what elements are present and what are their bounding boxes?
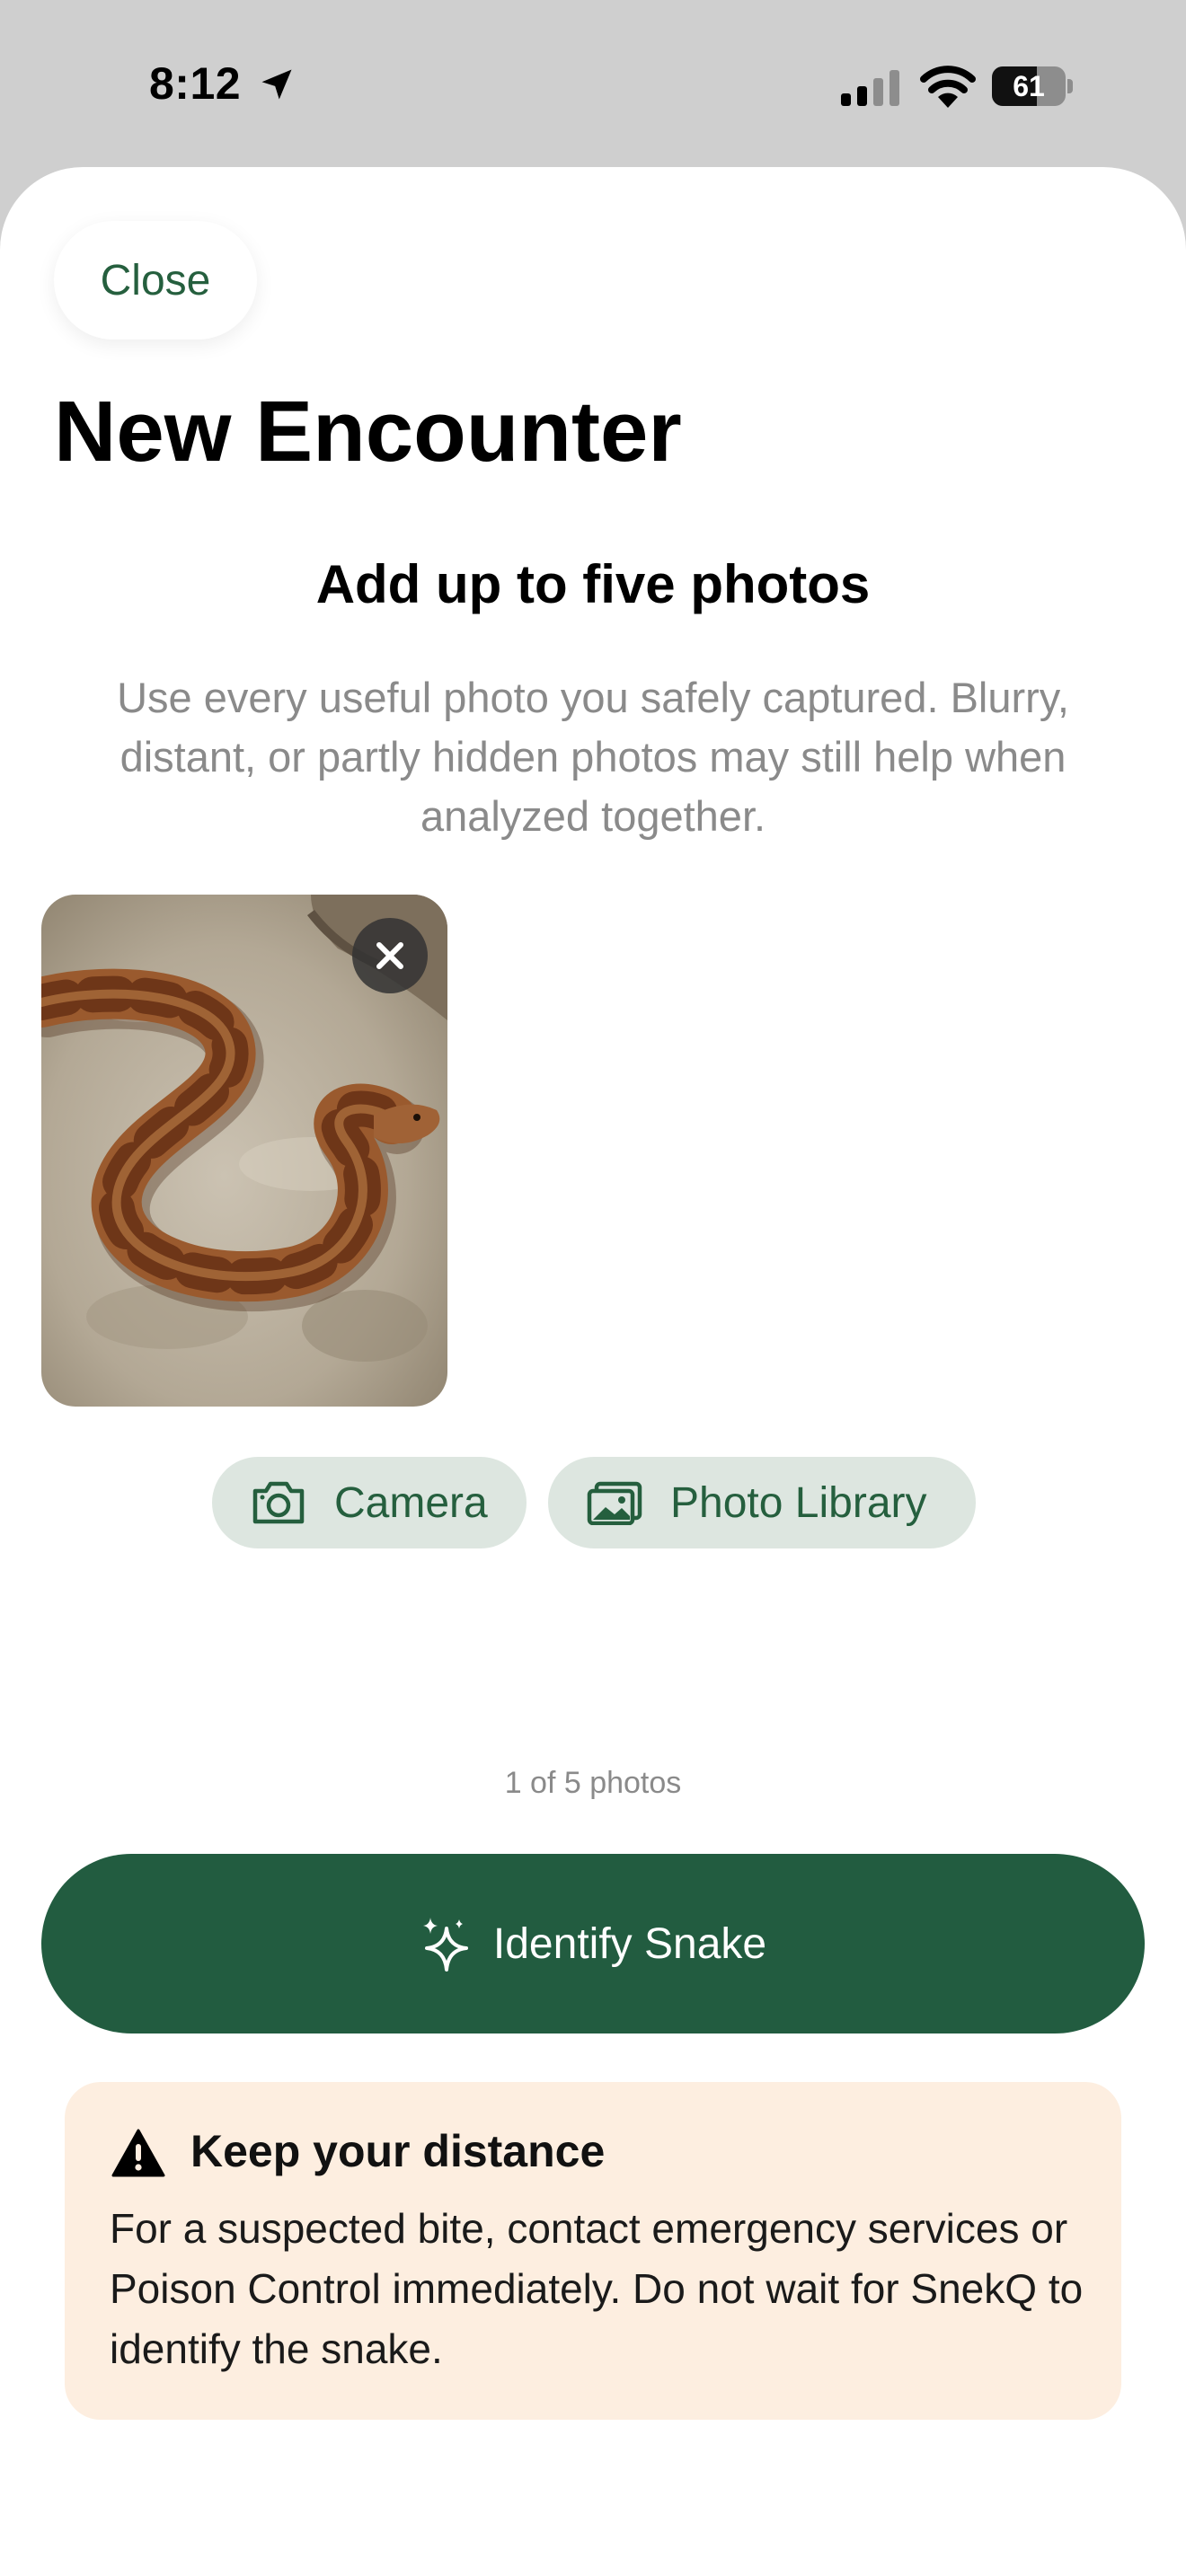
camera-label: Camera [334,1478,488,1527]
camera-button[interactable]: Camera [212,1457,527,1548]
warning-body: For a suspected bite, contact emergency … [110,2205,1084,2372]
identify-snake-button[interactable]: Identify Snake [41,1854,1145,2033]
remove-photo-button[interactable] [352,918,428,993]
sparkles-icon [422,1918,468,1972]
close-button[interactable]: Close [54,221,257,340]
wifi-icon [920,66,976,108]
battery-level: 61 [1013,70,1045,102]
new-encounter-sheet: Close New Encounter Add up to five photo… [0,167,1186,2576]
photos-description: Use every useful photo you safely captur… [117,674,1069,840]
photos-heading: Add up to five photos [315,554,871,614]
photo-library-button[interactable]: Photo Library [548,1457,976,1548]
identify-snake-label: Identify Snake [492,1919,767,1968]
cellular-signal-icon [841,70,899,106]
photo-count: 1 of 5 photos [504,1766,682,1800]
status-time: 8:12 [149,58,242,109]
location-arrow-icon [261,69,292,100]
warning-triangle-icon [111,2129,165,2177]
photo-library-label: Photo Library [670,1478,927,1527]
status-bar: 8:12 61 [0,0,1186,167]
camera-icon [252,1481,305,1524]
page-title: New Encounter [54,384,682,480]
battery-icon: 61 [992,66,1073,106]
photo-library-icon [587,1481,642,1525]
safety-warning-card: Keep your distance For a suspected bite,… [65,2082,1121,2420]
close-icon [376,942,403,969]
warning-title: Keep your distance [190,2126,606,2176]
